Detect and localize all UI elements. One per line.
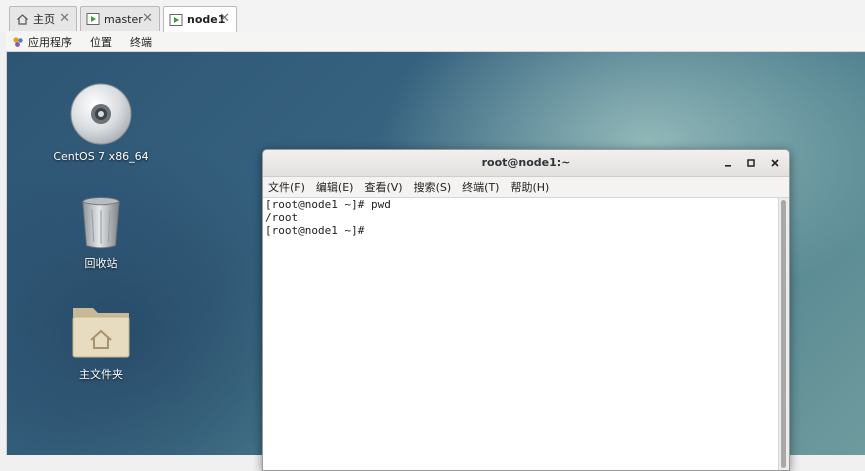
minimize-icon <box>725 165 731 167</box>
terminal-menu[interactable]: 终端 <box>130 34 152 50</box>
disc-icon <box>70 83 132 145</box>
tab-master[interactable]: master ✕ <box>80 6 160 31</box>
menu-terminal[interactable]: 终端(T) <box>462 179 499 195</box>
menu-search[interactable]: 搜索(S) <box>414 179 452 195</box>
desktop-icon-centos-disc[interactable]: CentOS 7 x86_64 <box>51 82 151 163</box>
vm-icon <box>169 13 183 27</box>
vm-left-gutter <box>0 32 7 455</box>
close-icon[interactable]: ✕ <box>219 11 230 26</box>
desktop-icon-trash[interactable]: 回收站 <box>51 193 151 271</box>
tab-home[interactable]: 主页 ✕ <box>9 6 77 31</box>
terminal-line: /root <box>265 211 299 224</box>
menu-file[interactable]: 文件(F) <box>268 179 305 195</box>
terminal-window[interactable]: root@node1:~ 文件(F) 编辑(E) 查看(V) 搜索(S) 终端(… <box>262 149 790 471</box>
terminal-scrollbar[interactable] <box>778 198 789 470</box>
terminal-output[interactable]: [root@node1 ~]# pwd /root [root@node1 ~]… <box>263 198 779 470</box>
terminal-title: root@node1:~ <box>481 156 571 169</box>
applications-icon <box>13 36 23 47</box>
terminal-line: [root@node1 ~]# pwd <box>265 198 391 211</box>
maximize-button[interactable] <box>743 155 759 171</box>
home-folder-icon <box>72 308 130 358</box>
terminal-line: [root@node1 ~]# <box>265 224 365 237</box>
tab-home-label: 主页 <box>33 13 55 26</box>
menu-view[interactable]: 查看(V) <box>364 179 402 195</box>
scrollbar-thumb[interactable] <box>781 200 786 468</box>
terminal-menubar: 文件(F) 编辑(E) 查看(V) 搜索(S) 终端(T) 帮助(H) <box>263 177 789 198</box>
vm-tab-strip: 主页 ✕ master ✕ node1 ✕ <box>0 0 865 33</box>
close-icon <box>771 159 779 167</box>
menu-edit[interactable]: 编辑(E) <box>316 179 354 195</box>
trash-icon <box>82 197 120 249</box>
desktop-icon-label: CentOS 7 x86_64 <box>53 150 149 163</box>
desktop-icon-home-folder[interactable]: 主文件夹 <box>51 298 151 382</box>
maximize-icon <box>747 159 755 167</box>
close-icon[interactable]: ✕ <box>142 11 153 26</box>
home-icon <box>15 12 29 26</box>
close-button[interactable] <box>767 155 783 171</box>
gnome-top-bar: 应用程序 位置 终端 <box>6 32 865 52</box>
close-icon[interactable]: ✕ <box>59 11 70 26</box>
applications-menu[interactable]: 应用程序 <box>28 34 72 50</box>
places-menu[interactable]: 位置 <box>90 34 112 50</box>
vm-icon <box>86 12 100 26</box>
tab-master-label: master <box>104 12 143 26</box>
menu-help[interactable]: 帮助(H) <box>510 179 549 195</box>
minimize-button[interactable] <box>720 155 736 171</box>
desktop-icon-label: 主文件夹 <box>79 368 123 381</box>
terminal-titlebar[interactable]: root@node1:~ <box>263 150 789 177</box>
tab-node1[interactable]: node1 ✕ <box>163 6 237 32</box>
desktop-icon-label: 回收站 <box>84 257 118 270</box>
